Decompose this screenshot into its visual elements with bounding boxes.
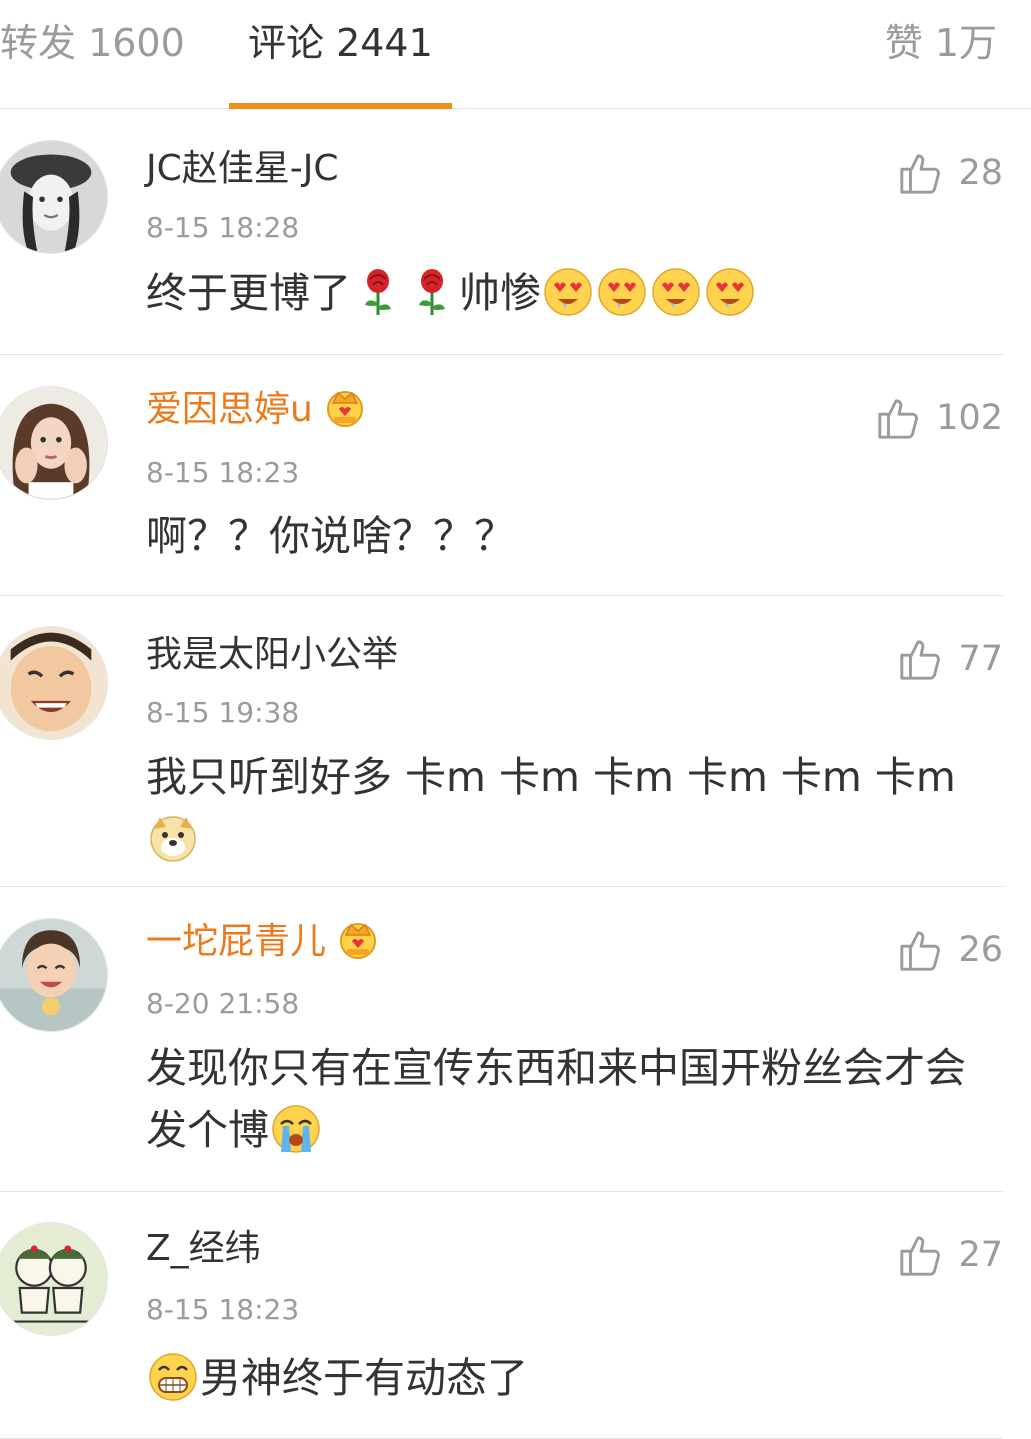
comment-text: 男神终于有动态了 — [146, 1347, 1006, 1409]
vip-crown-icon — [323, 385, 367, 429]
comment-text-part: 帅惨 — [459, 269, 541, 317]
like-button[interactable]: 26 — [898, 925, 1003, 975]
comment-text: 终于更博了 帅惨 — [146, 262, 1006, 324]
avatar[interactable] — [0, 140, 108, 254]
comment-username[interactable]: 我是太阳小公举 — [146, 632, 398, 678]
comment-item: Z_经纬 27 8-15 18:23 男神终于有动态了 — [0, 1192, 1031, 1439]
tab-comments[interactable]: 评论 2441 — [248, 18, 433, 68]
doge-emoji — [148, 813, 198, 863]
thumbs-up-icon — [900, 1236, 941, 1276]
crying-emoji — [271, 1104, 321, 1154]
vip-crown-icon — [336, 917, 380, 961]
thumbs-up-icon — [900, 640, 941, 680]
comment-item: 爱因思婷u 102 8-15 18:23 啊？？你说啥？？？ — [0, 355, 1031, 596]
tab-reposts[interactable]: 转发 1600 — [0, 18, 185, 68]
comment-text: 啊？？你说啥？？？ — [146, 512, 515, 560]
comment-timestamp: 8-15 18:23 — [146, 1293, 300, 1326]
heart-eyes-emoji — [705, 267, 755, 317]
comment-username[interactable]: Z_经纬 — [146, 1226, 261, 1272]
avatar[interactable] — [0, 626, 108, 740]
like-count: 102 — [936, 398, 1003, 438]
grin-emoji — [148, 1352, 198, 1402]
comment-item: JC赵佳星-JC 28 8-15 18:28 终于更博了 帅惨 — [0, 110, 1031, 355]
comment-timestamp: 8-15 19:38 — [146, 696, 300, 729]
comment-text-part: 男神终于有动态了 — [200, 1354, 528, 1402]
comment-timestamp: 8-15 18:28 — [146, 211, 300, 244]
like-count: 27 — [958, 1235, 1003, 1275]
like-button[interactable]: 102 — [876, 393, 1003, 443]
like-button[interactable]: 28 — [898, 148, 1003, 198]
comment-item: 我是太阳小公举 77 8-15 19:38 我只听到好多 卡m 卡m 卡m 卡m… — [0, 596, 1031, 887]
comment-text-part: 发现你只有在宣传东西和来中国开粉丝会才会发个博 — [146, 1044, 966, 1154]
comment-username[interactable]: 爱因思婷u — [146, 387, 367, 433]
rose-emoji — [353, 267, 403, 317]
like-button[interactable]: 77 — [898, 634, 1003, 684]
username-text: 爱因思婷u — [146, 389, 313, 430]
rose-emoji — [407, 267, 457, 317]
comment-text: 我只听到好多 卡m 卡m 卡m 卡m 卡m 卡m — [146, 746, 1006, 870]
active-tab-indicator — [229, 103, 452, 109]
thumbs-up-icon — [900, 931, 941, 971]
avatar[interactable] — [0, 1222, 108, 1336]
comment-username[interactable]: JC赵佳星-JC — [146, 146, 339, 192]
avatar[interactable] — [0, 918, 108, 1032]
heart-eyes-emoji — [651, 267, 701, 317]
thumbs-up-icon — [878, 399, 919, 439]
thumbs-up-icon — [900, 154, 941, 194]
avatar[interactable] — [0, 386, 108, 500]
heart-eyes-emoji — [597, 267, 647, 317]
comment-username[interactable]: 一坨屁青儿 — [146, 919, 380, 965]
like-count: 77 — [958, 639, 1003, 679]
tab-likes[interactable]: 赞 1万 — [885, 18, 997, 68]
comment-timestamp: 8-20 21:58 — [146, 987, 300, 1020]
comment-text-part: 终于更博了 — [146, 269, 351, 317]
username-text: 一坨屁青儿 — [146, 921, 327, 962]
comment-timestamp: 8-15 18:23 — [146, 456, 300, 489]
comment-item: 一坨屁青儿 26 8-20 21:58 发现你只有在宣传东西和来中国开粉丝会才会… — [0, 887, 1031, 1192]
comment-text-part: 我只听到好多 卡m 卡m 卡m 卡m 卡m 卡m — [146, 753, 956, 801]
comment-tab-bar: 转发 1600 评论 2441 赞 1万 — [0, 0, 1031, 109]
like-count: 28 — [958, 153, 1003, 193]
heart-eyes-emoji — [543, 267, 593, 317]
comment-text: 发现你只有在宣传东西和来中国开粉丝会才会发个博 — [146, 1037, 1006, 1161]
like-count: 26 — [958, 930, 1003, 970]
like-button[interactable]: 27 — [898, 1230, 1003, 1280]
